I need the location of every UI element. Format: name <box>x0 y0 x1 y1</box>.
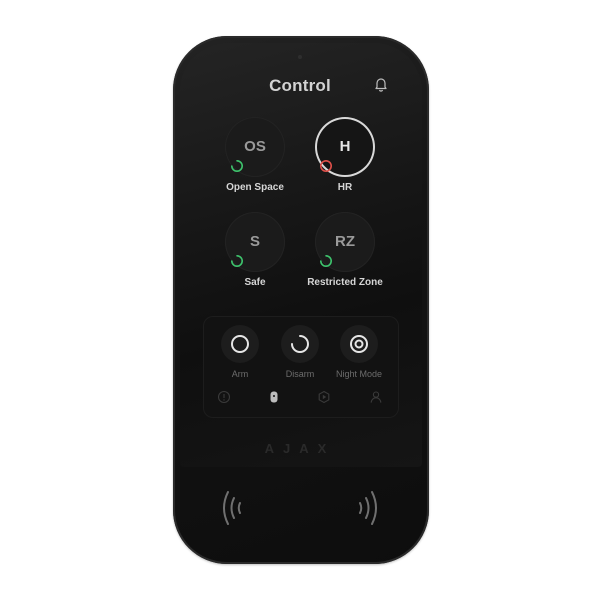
alert-icon[interactable] <box>217 390 231 404</box>
page-title: Control <box>269 76 331 95</box>
nfc-right-icon <box>359 491 377 525</box>
group-label: HR <box>337 182 353 193</box>
nfc-left-icon <box>223 491 241 525</box>
keypad-device <box>173 36 429 564</box>
night-mode-label: Night Mode <box>335 369 383 379</box>
brand-logo: AJAX <box>264 441 336 456</box>
disarmed-status-icon <box>320 255 332 267</box>
night-mode-button[interactable] <box>340 325 378 363</box>
disarm-button[interactable] <box>281 325 319 363</box>
armed-status-icon <box>320 160 332 172</box>
disarmed-status-icon <box>231 255 243 267</box>
arm-button[interactable] <box>221 325 259 363</box>
light-sensor <box>298 55 302 59</box>
disarm-icon <box>291 335 309 353</box>
night-mode-icon <box>350 335 368 353</box>
arm-icon <box>231 335 249 353</box>
keypad-icon[interactable] <box>267 390 281 404</box>
bell-icon[interactable] <box>373 76 389 92</box>
disarmed-status-icon <box>231 160 243 172</box>
scenario-icon[interactable] <box>317 390 331 404</box>
user-icon[interactable] <box>369 390 383 404</box>
group-label: Restricted Zone <box>307 277 383 288</box>
